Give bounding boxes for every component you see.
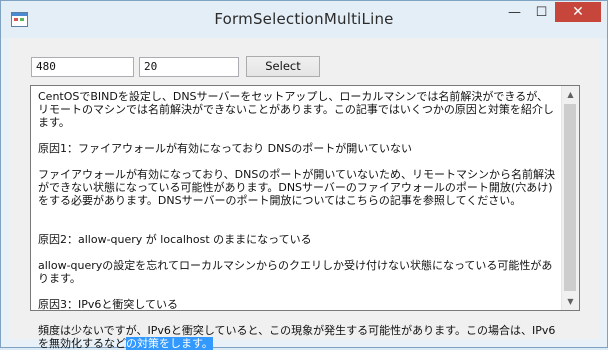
heading-cause-3: 原因3：IPv6と衝突している xyxy=(38,298,179,311)
scroll-up-arrow-icon[interactable]: ▲ xyxy=(562,86,579,103)
select-button[interactable]: Select xyxy=(246,56,320,77)
paragraph-intro: CentOSでBINDを設定し、DNSサーバーをセットアップし、ローカルマシンで… xyxy=(38,90,554,129)
vertical-scrollbar[interactable]: ▲ ▼ xyxy=(561,86,579,310)
heading-cause-2: 原因2：allow-query が localhost のままになっている xyxy=(38,233,312,246)
textbox-content[interactable]: CentOSでBINDを設定し、DNSサーバーをセットアップし、ローカルマシンで… xyxy=(38,90,558,350)
close-button[interactable]: ✕ xyxy=(555,2,601,22)
paragraph-cause-2: allow-queryの設定を忘れてローカルマシンからのクエリしか受け付けない状… xyxy=(38,259,553,285)
title-bar[interactable]: FormSelectionMultiLine — ☐ ✕ xyxy=(1,1,607,38)
minimize-button[interactable]: — xyxy=(501,2,528,22)
form-client-area: 480 20 Select CentOSでBINDを設定し、DNSサーバーをセッ… xyxy=(9,38,599,350)
selection-length-input[interactable]: 20 xyxy=(139,57,239,77)
paragraph-cause-3-text: 頻度は少ないですが、IPv6と衝突していると、この現象が発生する可能性があります… xyxy=(38,324,556,350)
paragraph-cause-3: 頻度は少ないですが、IPv6と衝突していると、この現象が発生する可能性があります… xyxy=(38,324,558,350)
heading-cause-1: 原因1：ファイアウォールが有効になっており DNSのポートが開いていない xyxy=(38,142,412,155)
window-controls: — ☐ ✕ xyxy=(501,2,601,22)
app-window: FormSelectionMultiLine — ☐ ✕ 480 20 Sele… xyxy=(0,0,608,350)
paragraph-cause-1: ファイアウォールが有効になっており、DNSのポートが開いていないため、リモートマ… xyxy=(38,168,556,207)
scrollbar-thumb[interactable] xyxy=(564,104,576,291)
maximize-button[interactable]: ☐ xyxy=(528,2,555,22)
selected-text-highlight: の対策をします。 xyxy=(126,337,213,350)
scroll-down-arrow-icon[interactable]: ▼ xyxy=(562,293,579,310)
multiline-textbox[interactable]: CentOSでBINDを設定し、DNSサーバーをセットアップし、ローカルマシンで… xyxy=(30,85,580,350)
selection-start-input[interactable]: 480 xyxy=(31,57,134,77)
